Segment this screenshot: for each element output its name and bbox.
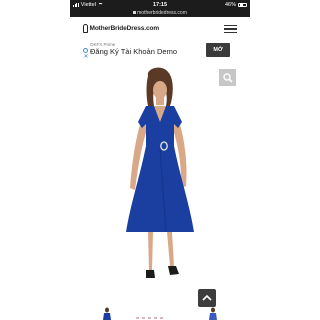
thumbnail[interactable] bbox=[100, 306, 114, 320]
phone-screen: Viettel 17:15 46% motherbridedress.com M… bbox=[70, 0, 250, 320]
lock-icon bbox=[133, 10, 137, 14]
hamburger-menu-icon[interactable] bbox=[224, 25, 237, 33]
scroll-to-top-button[interactable] bbox=[198, 289, 216, 307]
zoom-button[interactable] bbox=[219, 69, 236, 86]
logo-icon bbox=[83, 24, 88, 33]
clock: 17:15 bbox=[152, 1, 168, 8]
battery-icon bbox=[238, 2, 247, 7]
address-bar[interactable]: motherbridedress.com bbox=[70, 10, 250, 16]
site-header: MotherBrideDress.com bbox=[70, 17, 250, 41]
chevron-up-icon bbox=[202, 294, 212, 301]
product-image[interactable] bbox=[70, 66, 250, 306]
thumbnail-strip bbox=[70, 306, 250, 320]
ad-banner[interactable]: ✕ OKFX Prime Đăng Ký Tài Khoản Demo MỞ bbox=[82, 41, 230, 63]
ad-open-button[interactable]: MỞ bbox=[206, 43, 230, 57]
status-bar: Viettel 17:15 46% motherbridedress.com bbox=[70, 0, 250, 17]
battery-level bbox=[239, 4, 243, 6]
thumbnail-dots bbox=[136, 317, 163, 319]
site-logo[interactable]: MotherBrideDress.com bbox=[83, 24, 159, 33]
logo-text: MotherBrideDress.com bbox=[89, 25, 160, 32]
thumbnail[interactable] bbox=[206, 306, 220, 320]
battery-percent: 46% bbox=[224, 1, 236, 8]
status-bar-right: 46% bbox=[225, 2, 247, 8]
page: Viettel 17:15 46% motherbridedress.com M… bbox=[0, 0, 320, 320]
ad-info-icon[interactable] bbox=[83, 48, 88, 53]
search-icon bbox=[222, 72, 233, 83]
ad-headline[interactable]: Đăng Ký Tài Khoản Demo bbox=[90, 47, 177, 56]
address-url: motherbridedress.com bbox=[137, 9, 187, 16]
ad-close-icon[interactable]: ✕ bbox=[84, 54, 89, 60]
